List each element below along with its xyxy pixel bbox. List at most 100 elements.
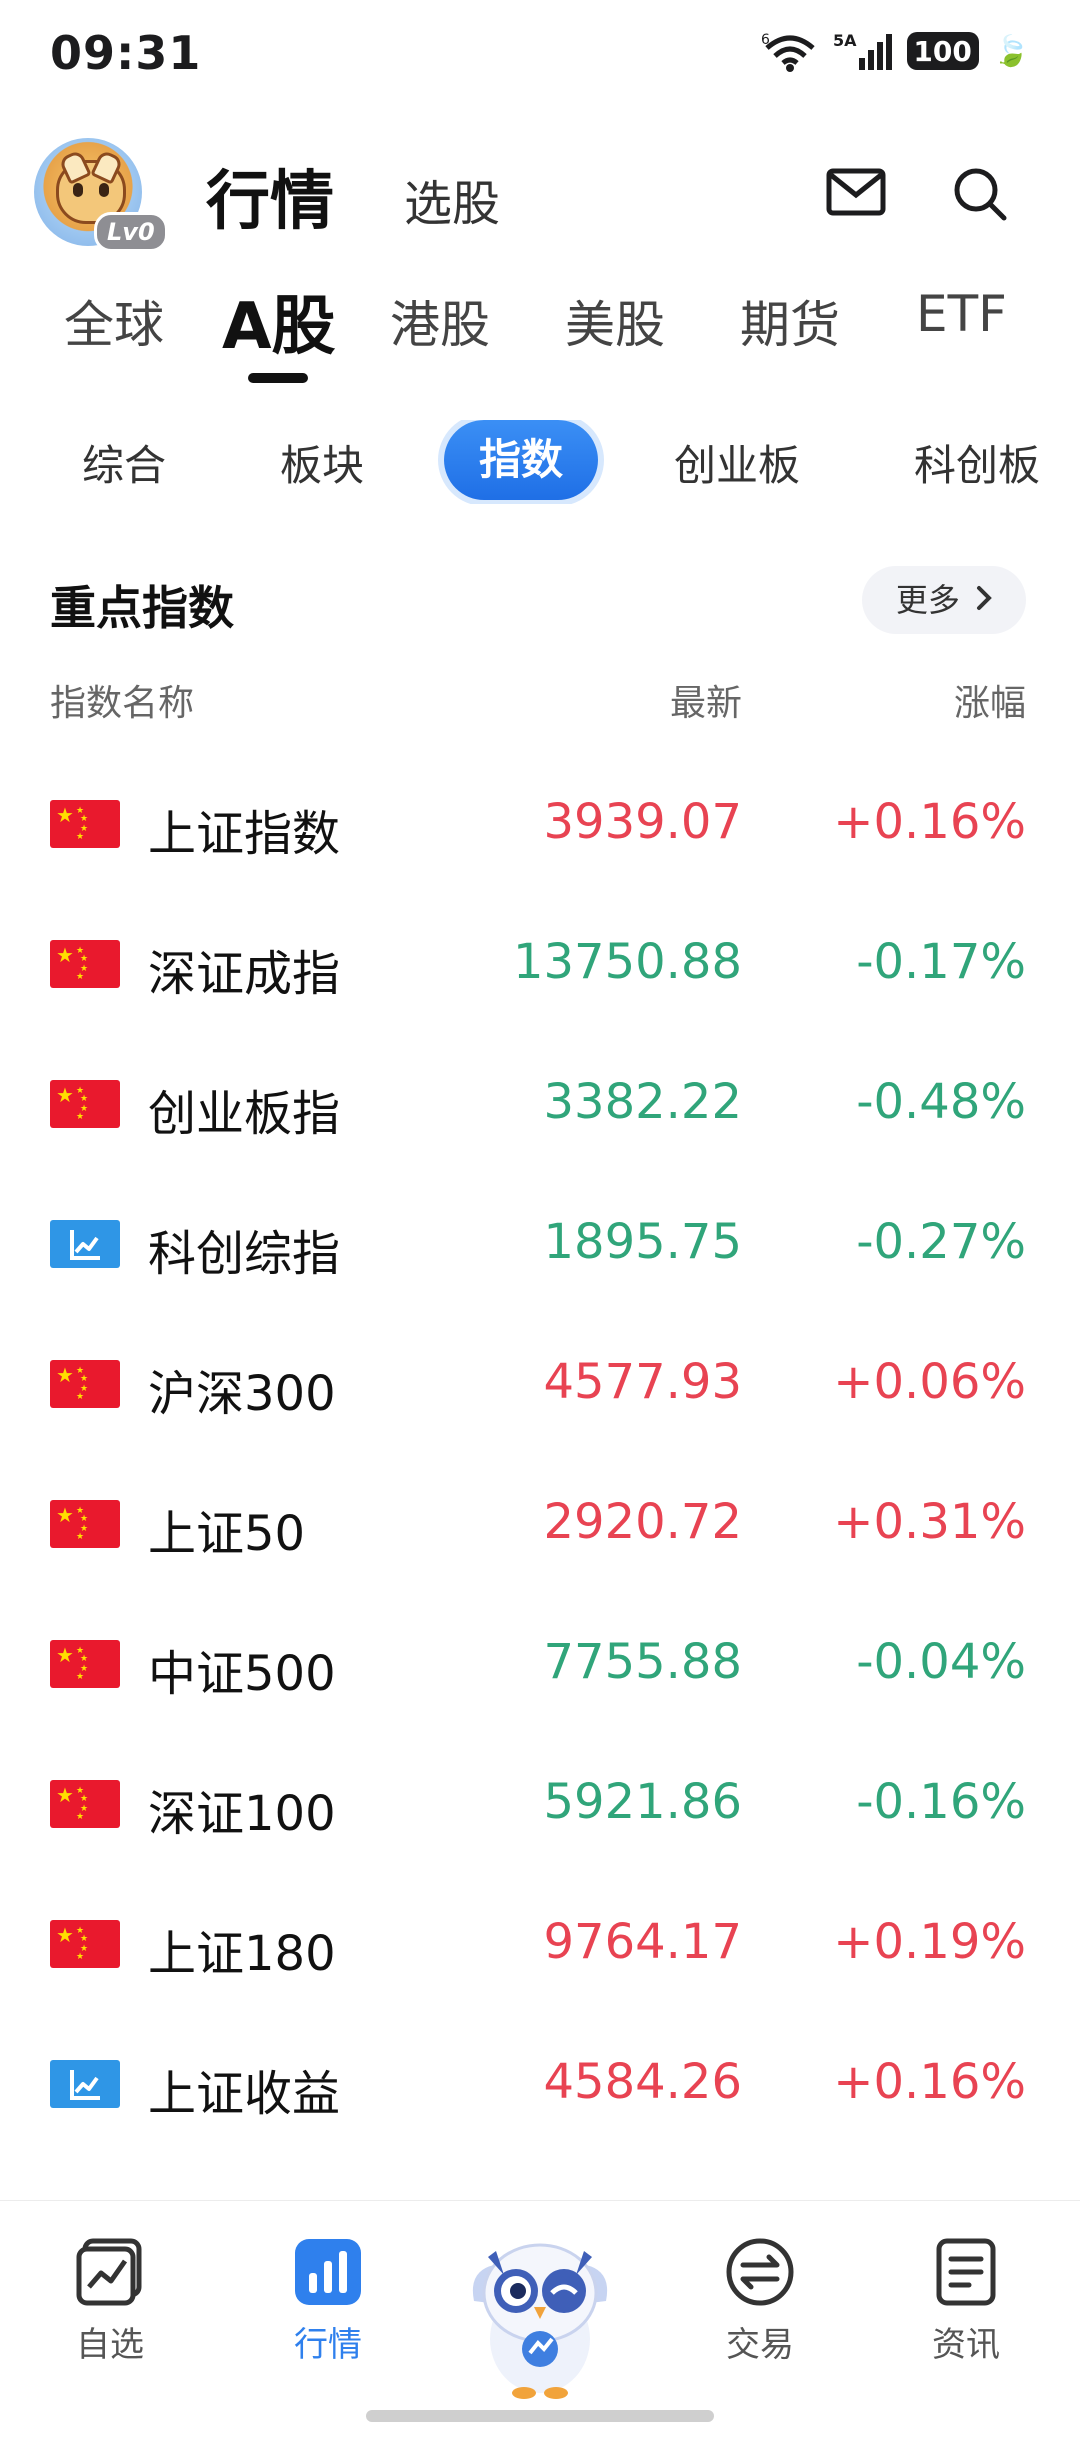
index-row[interactable]: ★ ★ ★ ★ ★ 上证180 9764.17 +0.19% xyxy=(0,1870,1080,2010)
nav-watchlist-label: 自选 xyxy=(76,2325,144,2365)
index-row[interactable]: ★ ★ ★ ★ ★ 创业板指 3382.22 -0.48% xyxy=(0,1030,1080,1170)
column-name-header[interactable]: 指数名称 xyxy=(50,674,194,726)
nav-market[interactable]: 行情 xyxy=(258,2237,398,2366)
search-button[interactable] xyxy=(950,164,1010,224)
avatar[interactable]: Lv0 xyxy=(34,138,168,252)
cn-flag-icon: ★ ★ ★ ★ ★ xyxy=(50,1080,120,1128)
bottom-nav: 自选 行情 交易 资讯 xyxy=(0,2200,1080,2445)
index-price: 5921.86 xyxy=(543,1774,743,1830)
cn-flag-icon: ★ ★ ★ ★ ★ xyxy=(50,1360,120,1408)
index-row[interactable]: ★ ★ ★ ★ ★ 上证指数 3939.07 +0.16% xyxy=(0,750,1080,890)
nav-trade[interactable]: 交易 xyxy=(690,2237,830,2366)
index-change: +0.19% xyxy=(833,1914,1026,1970)
index-price: 4584.26 xyxy=(543,2054,743,2110)
market-tabs: 全球 A股 港股 美股 期货 ETF xyxy=(0,275,1080,395)
status-icons: 6 5A 100 🍃 xyxy=(761,30,1030,72)
tab-futures[interactable]: 期货 xyxy=(740,285,840,357)
column-change-header[interactable]: 涨幅 xyxy=(954,674,1026,726)
subtab-sectors[interactable]: 板块 xyxy=(280,432,364,493)
index-name: 上证50 xyxy=(148,1506,306,1562)
index-change: -0.27% xyxy=(856,1214,1026,1270)
index-change: +0.06% xyxy=(833,1354,1026,1410)
index-price: 9764.17 xyxy=(543,1914,743,1970)
subtab-overview[interactable]: 综合 xyxy=(82,432,166,493)
search-icon xyxy=(954,168,1007,221)
mail-icon xyxy=(826,168,886,216)
watchlist-chart-icon xyxy=(75,2237,145,2307)
index-change: -0.16% xyxy=(856,1774,1026,1830)
index-name: 科创综指 xyxy=(148,1226,341,1282)
section-title: 重点指数 xyxy=(50,581,234,635)
wifi-icon: 6 xyxy=(761,30,819,72)
tab-us[interactable]: 美股 xyxy=(565,285,665,357)
index-price: 7755.88 xyxy=(543,1634,743,1690)
index-price: 3939.07 xyxy=(543,794,743,850)
index-price: 4577.93 xyxy=(543,1354,743,1410)
cn-flag-icon: ★ ★ ★ ★ ★ xyxy=(50,1920,120,1968)
tab-a-share[interactable]: A股 xyxy=(222,275,336,367)
tab-global[interactable]: 全球 xyxy=(64,285,164,357)
more-button[interactable]: 更多 xyxy=(862,566,1026,634)
active-tab-indicator xyxy=(248,373,308,383)
index-name: 上证指数 xyxy=(148,806,341,862)
index-row[interactable]: 科创综指 1895.75 -0.27% xyxy=(0,1170,1080,1310)
index-name: 深证100 xyxy=(148,1786,336,1842)
tab-hk[interactable]: 港股 xyxy=(390,285,490,357)
subtab-indices[interactable]: 指数 xyxy=(444,420,598,500)
status-bar: 09:31 6 5A 100 🍃 xyxy=(0,0,1080,110)
index-name: 上证180 xyxy=(148,1926,336,1982)
index-row[interactable]: 中证10007633.47-0.08% xyxy=(0,2150,1080,2200)
index-name: 中证500 xyxy=(148,1646,336,1702)
index-list: ★ ★ ★ ★ ★ 上证指数 3939.07 +0.16% ★ ★ ★ ★ ★ 深证成指 13750.88 -… xyxy=(0,750,1080,2200)
index-row[interactable]: 上证收益 4584.26 +0.16% xyxy=(0,2010,1080,2150)
home-indicator[interactable] xyxy=(366,2410,714,2422)
owl-mascot-icon[interactable] xyxy=(466,2231,614,2401)
index-price: 1895.75 xyxy=(543,1214,743,1270)
mail-button[interactable] xyxy=(826,168,886,216)
index-change: -0.04% xyxy=(856,1634,1026,1690)
cell-signal-icon: 5A xyxy=(833,30,893,72)
market-bars-icon xyxy=(293,2237,363,2307)
index-row[interactable]: ★ ★ ★ ★ ★ 深证100 5921.86 -0.16% xyxy=(0,1730,1080,1870)
chart-icon xyxy=(50,1220,120,1268)
nav-watchlist[interactable]: 自选 xyxy=(40,2237,180,2366)
index-price: 3382.22 xyxy=(543,1074,743,1130)
index-name: 创业板指 xyxy=(148,1086,341,1142)
index-price: 2920.72 xyxy=(543,1494,743,1550)
index-change: -0.17% xyxy=(856,934,1026,990)
cn-flag-icon: ★ ★ ★ ★ ★ xyxy=(50,1500,120,1548)
index-name: 沪深300 xyxy=(148,1366,336,1422)
chevron-right-icon xyxy=(976,566,992,634)
page-title[interactable]: 行情 xyxy=(206,150,334,242)
status-time: 09:31 xyxy=(50,26,202,80)
chart-icon xyxy=(50,2060,120,2108)
nav-market-label: 行情 xyxy=(294,2325,362,2365)
nav-news[interactable]: 资讯 xyxy=(896,2237,1036,2366)
trade-swap-icon xyxy=(725,2237,795,2307)
more-label: 更多 xyxy=(895,581,960,619)
subtab-chinext[interactable]: 创业板 xyxy=(674,432,800,493)
index-row[interactable]: ★ ★ ★ ★ ★ 上证50 2920.72 +0.31% xyxy=(0,1450,1080,1590)
signal-label: 5A xyxy=(833,31,857,50)
tab-etf[interactable]: ETF xyxy=(916,285,1007,343)
sub-tabs: 综合 板块 指数 创业板 科创板 xyxy=(0,420,1080,504)
index-name: 深证成指 xyxy=(148,946,341,1002)
cn-flag-icon: ★ ★ ★ ★ ★ xyxy=(50,800,120,848)
index-price: 13750.88 xyxy=(512,934,742,990)
stock-picker-tab[interactable]: 选股 xyxy=(404,164,500,234)
battery-indicator: 100 xyxy=(906,32,979,70)
cn-flag-icon: ★ ★ ★ ★ ★ xyxy=(50,1640,120,1688)
index-change: +0.31% xyxy=(833,1494,1026,1550)
cn-flag-icon: ★ ★ ★ ★ ★ xyxy=(50,940,120,988)
index-row[interactable]: ★ ★ ★ ★ ★ 中证500 7755.88 -0.04% xyxy=(0,1590,1080,1730)
index-change: +0.16% xyxy=(833,2054,1026,2110)
index-change: -0.48% xyxy=(856,1074,1026,1130)
column-price-header[interactable]: 最新 xyxy=(670,674,742,726)
leaf-icon: 🍃 xyxy=(992,33,1030,69)
header: Lv0 行情 选股 xyxy=(0,130,1080,260)
index-row[interactable]: ★ ★ ★ ★ ★ 深证成指 13750.88 -0.17% xyxy=(0,890,1080,1030)
index-change: +0.16% xyxy=(833,794,1026,850)
news-doc-icon xyxy=(931,2237,1001,2307)
subtab-star-market[interactable]: 科创板 xyxy=(914,432,1040,493)
index-row[interactable]: ★ ★ ★ ★ ★ 沪深300 4577.93 +0.06% xyxy=(0,1310,1080,1450)
